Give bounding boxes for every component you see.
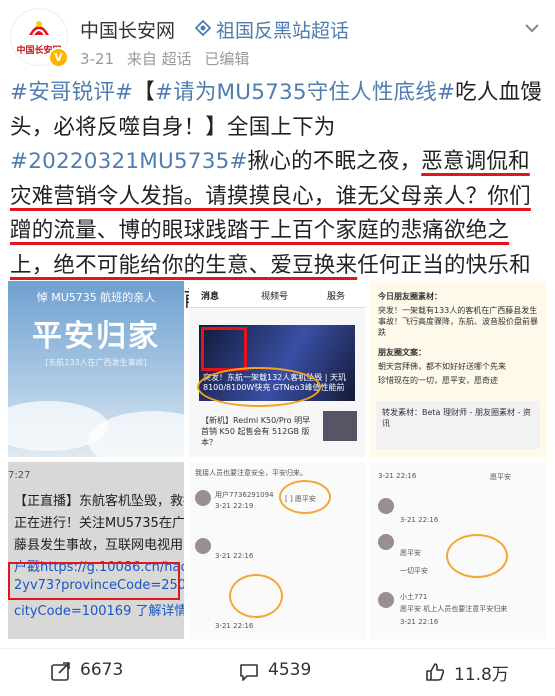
sms-line: 藤县发生事故，互联网电视用 (14, 538, 184, 553)
material-line: 突发！一架载有133人的客机在广西藤县发生事故！飞行高度骤降，东航、波音股价盘前… (378, 306, 538, 337)
verified-badge-icon: V (48, 47, 69, 68)
post-text-segment: 【 (133, 80, 155, 105)
comment-count: 4539 (268, 660, 312, 680)
post-actions: 6673 4539 11.8万 (0, 648, 555, 696)
material-line: 转发素材：Beta 理财师 - 朋友圈素材 - 资讯 (382, 408, 531, 428)
comment-line: 用户7736291094 (215, 491, 274, 499)
like-count: 11.8万 (454, 665, 509, 685)
chevron-down-icon[interactable] (522, 18, 542, 38)
hashtag-an-ge-rui-ping[interactable]: #安哥锐评# (10, 80, 133, 105)
comment-line: 我接人员也要注意安全，平安归来。 (195, 469, 307, 477)
image-comments-a[interactable]: 我接人员也要注意安全，平安归来。 用户7736291094 3-21 22:19… (189, 462, 365, 639)
highlight-ring (197, 367, 321, 407)
post-date: 3-21 (80, 50, 115, 68)
image-live-broadcast-sms[interactable]: 7:27 【正直播】东航客机坠毁，救援 正在进行！关注MU5735在广 藤县发生… (8, 462, 184, 639)
highlight-box (8, 562, 180, 600)
highlight-ring (279, 480, 331, 514)
image-copywriting-material[interactable]: 今日朋友圈素材： 突发！一架载有133人的客机在广西藤县发生事故！飞行高度骤降，… (370, 281, 547, 457)
edited-label[interactable]: 已编辑 (204, 50, 249, 68)
super-topic-link[interactable]: 祖国反黑站超话 (216, 16, 349, 43)
comment-line: 3-21 22:16 (400, 618, 439, 626)
material-line: 朝天宫拜佛，都不如好好送哪个先来 (378, 362, 506, 371)
sms-line: 正在进行！关注MU5735在广 (14, 516, 184, 531)
material-line: 今日朋友圈素材： (378, 292, 442, 301)
screenshot-thumb (323, 411, 357, 441)
comment-line: 3-21 22:16 (400, 516, 439, 524)
screenshot-tabs: 消息 视频号 服务 (189, 281, 365, 308)
comment-line: 3-21 22:16 (215, 552, 254, 560)
emblem-icon (29, 21, 49, 36)
comment-line: 3-21 22:16 (215, 622, 254, 630)
avatar (378, 592, 394, 608)
image-grid: 悼 MU5735 航班的亲人 平安归家 [东航133人在广西发生事故] 消息 视… (8, 281, 547, 641)
post-meta: 3-21 来自 超话 已编辑 (80, 48, 257, 69)
comment-line: 愿平安 机上人员也要注意平安归来 (400, 605, 508, 613)
comment-line: 小土771 (400, 593, 428, 601)
repost-icon (51, 662, 70, 681)
post-header: 中国长安网 V 中国长安网 祖国反黑站超话 3-21 来自 超话 已编辑 (0, 0, 555, 70)
comment-line: 愿平安 (490, 473, 511, 481)
post-source: 来自 超话 (126, 50, 192, 68)
material-line: 珍惜现在的一切，愿平安，愿奇迹 (378, 376, 498, 385)
screenshot-tab: 消息 (201, 292, 220, 302)
comment-line: 3-21 22:16 (378, 472, 417, 480)
repost-count: 6673 (80, 660, 124, 680)
super-topic-icon (194, 19, 212, 37)
comment-icon (240, 664, 258, 681)
hashtag-mu5735-bottom-line[interactable]: #请为MU5735守住人性底线# (155, 80, 455, 105)
image-caption-top: 悼 MU5735 航班的亲人 (36, 291, 156, 304)
image-comments-b[interactable]: 3-21 22:16 愿平安 3-21 22:16 愿平安 一切平安 小土771… (370, 462, 547, 639)
highlight-ring (446, 534, 508, 578)
screenshot-tab: 服务 (327, 292, 346, 302)
avatar (378, 498, 394, 514)
comment-line: 愿平安 (400, 549, 421, 557)
comment-line: 一切平安 (400, 567, 428, 575)
avatar (378, 534, 394, 550)
screenshot-tab: 视频号 (261, 292, 289, 302)
image-title: 平安归家 (32, 319, 160, 354)
avatar (195, 538, 211, 554)
screenshot-time: 7:27 (8, 470, 31, 481)
thumbs-up-icon (426, 663, 445, 681)
sms-line: 【正直播】东航客机坠毁，救援 (14, 494, 184, 509)
screenshot-item: 【新机】Redmi K50/Pro 明早首销 K50 起售会有 512GB 版本… (201, 416, 311, 447)
comment-line: 3-21 22:19 (215, 502, 254, 510)
material-line: 朋友圈文案： (378, 348, 426, 357)
highlight-ring (229, 574, 283, 618)
sms-link-line: cityCode=100169 了解详情 (14, 604, 184, 619)
account-name[interactable]: 中国长安网 (80, 16, 175, 43)
highlight-box (201, 327, 247, 371)
avatar (195, 490, 211, 506)
image-ping-an-gui-jia[interactable]: 悼 MU5735 航班的亲人 平安归家 [东航133人在广西发生事故] (8, 281, 184, 457)
hashtag-20220321mu5735[interactable]: #20220321MU5735# (10, 149, 248, 174)
image-subtitle: [东航133人在广西发生事故] (45, 358, 147, 367)
post-text-segment: 揪心的不眠之夜， (247, 149, 422, 174)
image-app-screenshot[interactable]: 消息 视频号 服务 突发！东航一架载132人客机坠毁 | 天玑8100/8100… (189, 281, 365, 457)
